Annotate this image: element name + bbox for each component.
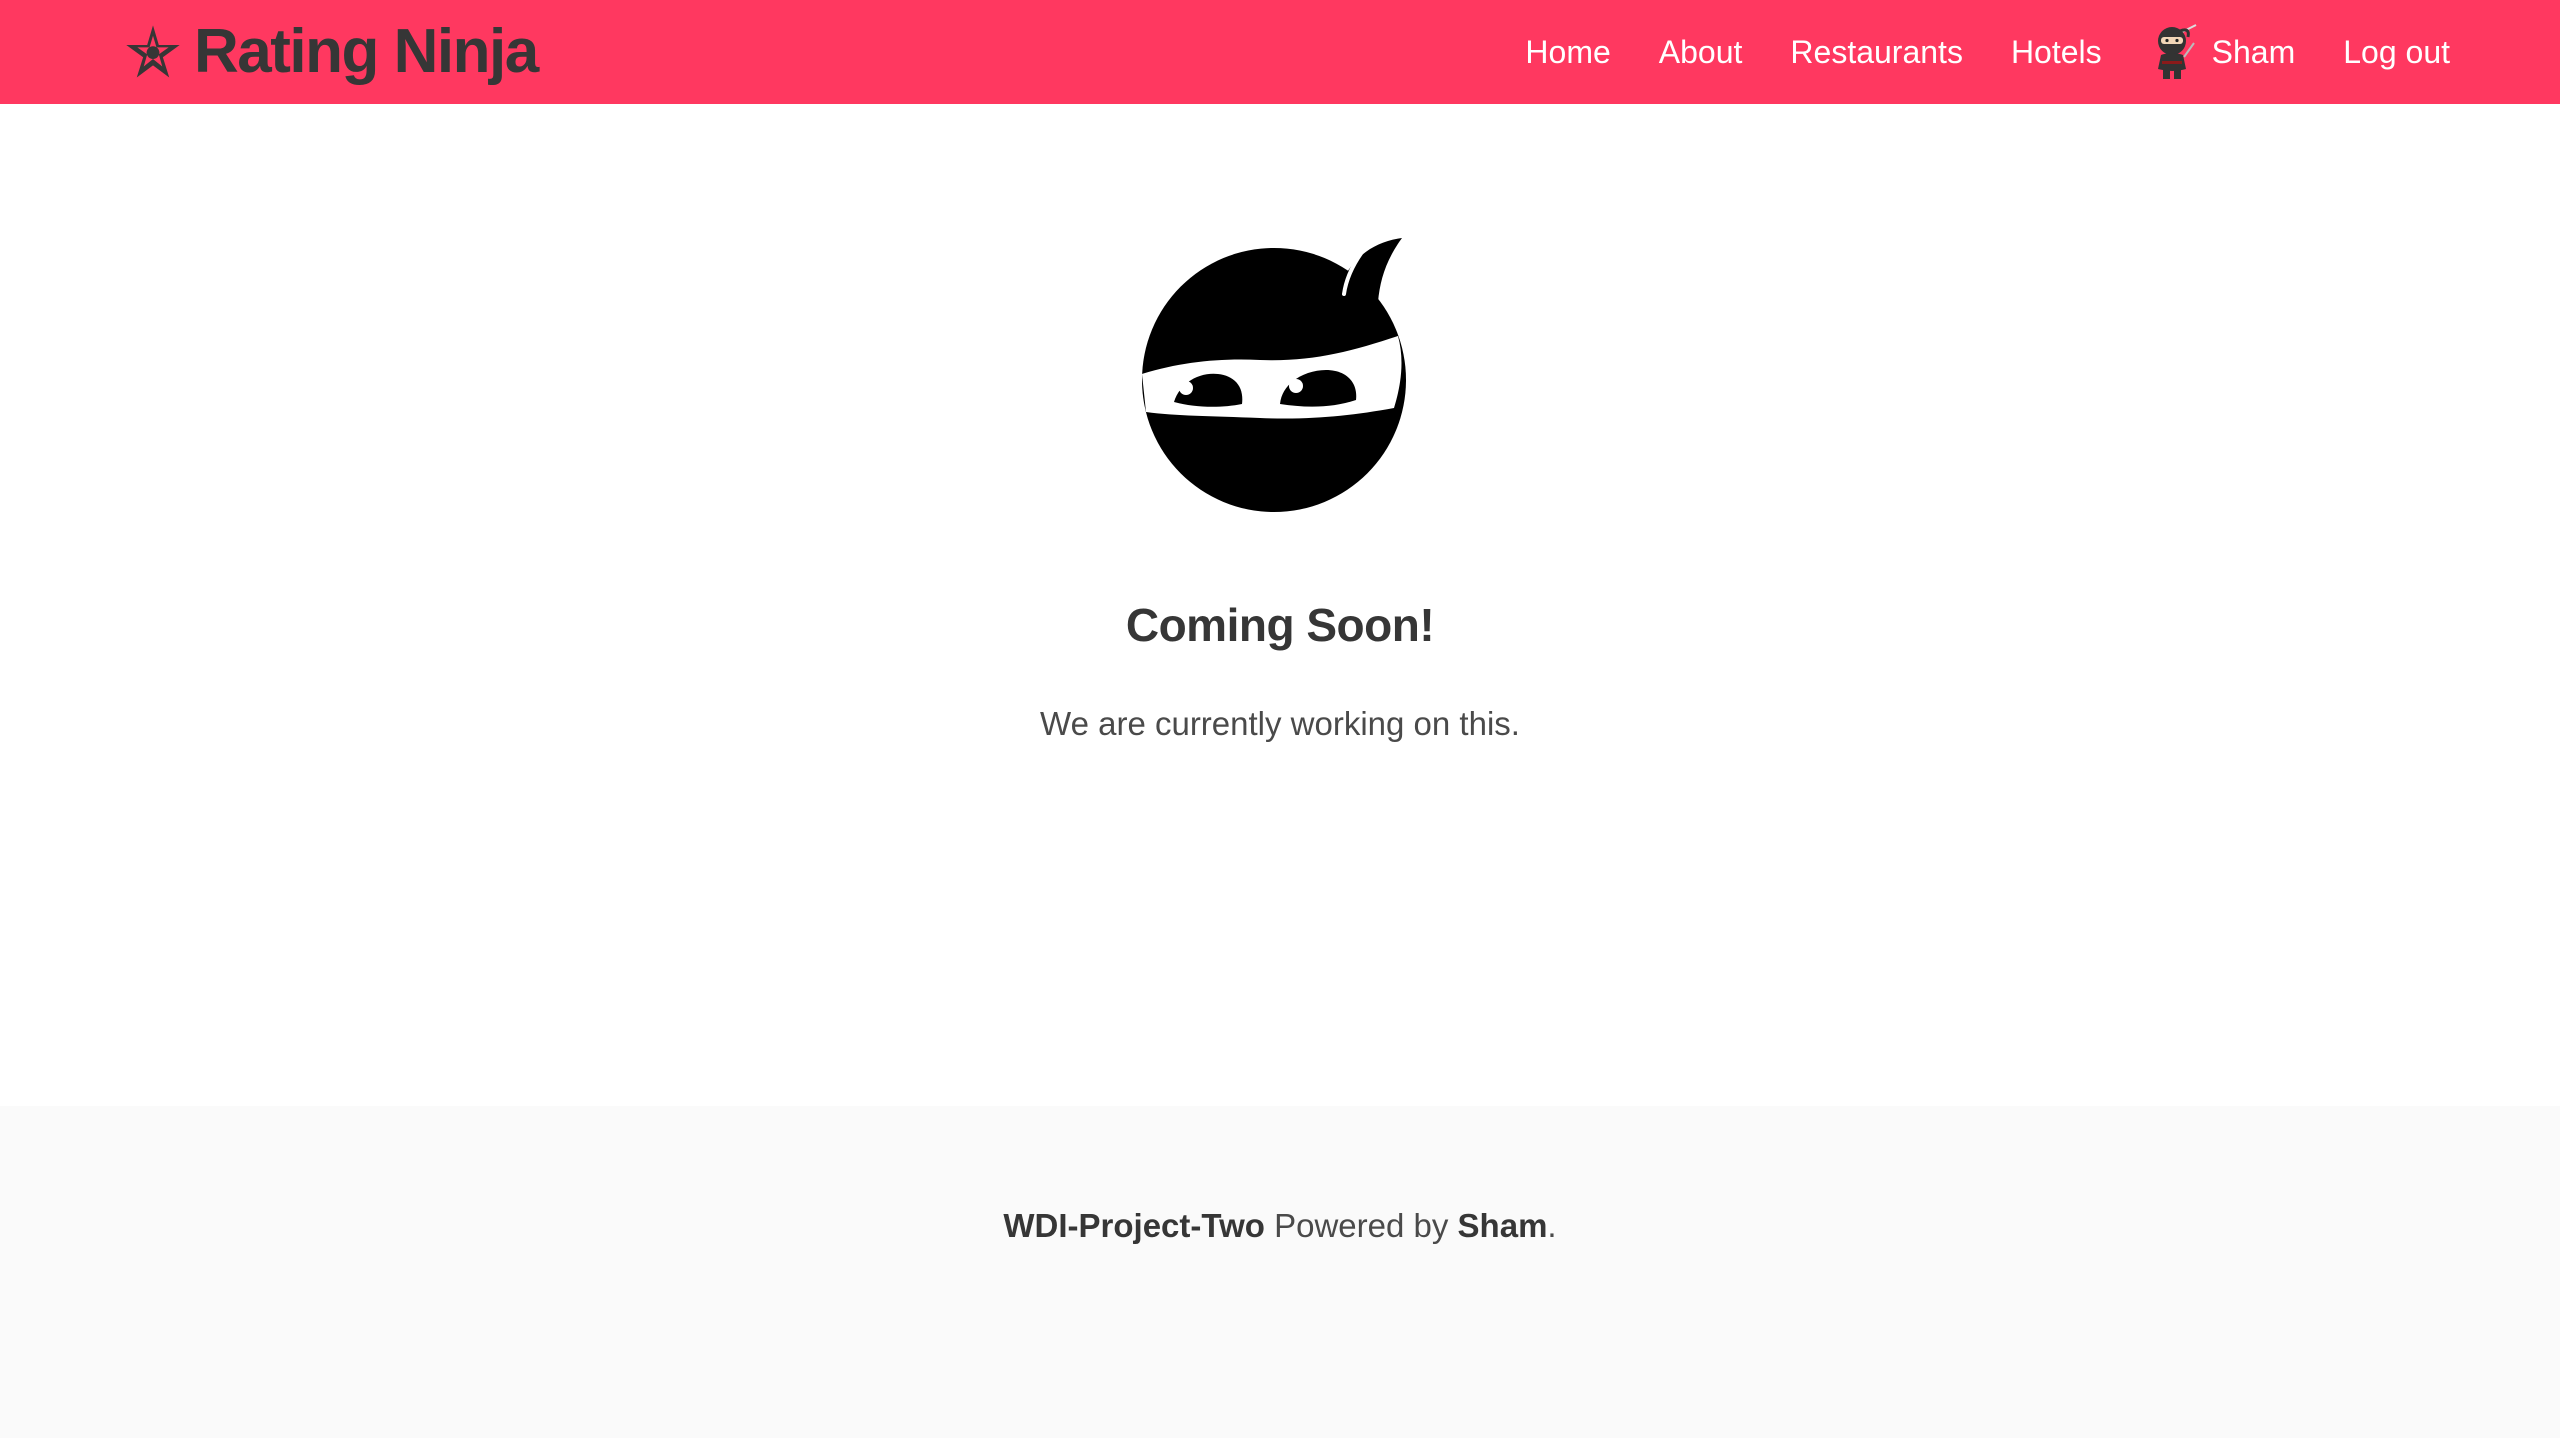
page-subtitle: We are currently working on this. <box>1040 705 1520 742</box>
footer-credit: WDI-Project-Two Powered by Sham. <box>0 1206 2560 1246</box>
footer-project-name: WDI-Project-Two <box>1003 1207 1265 1244</box>
page-footer: WDI-Project-Two Powered by Sham. <box>0 1106 2560 1438</box>
nav-about-link[interactable]: About <box>1659 36 1743 68</box>
shuriken-star-icon <box>126 25 180 78</box>
brand-link[interactable]: Rating Ninja <box>124 0 539 104</box>
nav-user-profile-link[interactable]: Sham <box>2150 23 2296 81</box>
ninja-head-icon <box>1142 238 1406 512</box>
nav-logout-link[interactable]: Log out <box>2343 36 2450 68</box>
nav-restaurants-link[interactable]: Restaurants <box>1790 36 1963 68</box>
footer-period: . <box>1547 1207 1557 1244</box>
nav-hotels-link[interactable]: Hotels <box>2011 36 2102 68</box>
ninja-avatar-icon <box>2157 24 2197 79</box>
page-title: Coming Soon! <box>1125 599 1435 651</box>
footer-powered-by: Powered by <box>1264 1207 1458 1244</box>
nav-menu: Home About Restaurants Hotels Sham Log o… <box>1525 0 2450 104</box>
top-navbar: Rating Ninja Home About Restaurants Hote… <box>0 0 2560 104</box>
main-section: Coming Soon! We are currently working on… <box>0 104 2560 1106</box>
brand-name: Rating Ninja <box>194 17 539 86</box>
nav-user-name: Sham <box>2211 34 2296 70</box>
nav-home-link[interactable]: Home <box>1525 36 1610 68</box>
footer-author-name: Sham <box>1457 1207 1548 1244</box>
